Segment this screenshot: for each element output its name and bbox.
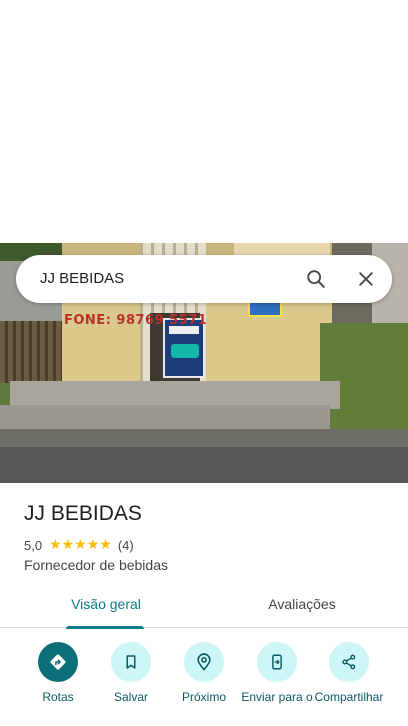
nearby-icon bbox=[184, 642, 224, 682]
bookmark-icon bbox=[111, 642, 151, 682]
save-button[interactable]: Salvar bbox=[91, 640, 171, 704]
tab-reviews-label: Avaliações bbox=[268, 596, 336, 612]
directions-button[interactable]: Rotas bbox=[18, 640, 98, 704]
share-label: Compartilhar bbox=[314, 690, 384, 704]
directions-label: Rotas bbox=[42, 690, 74, 704]
photo-road bbox=[0, 447, 408, 483]
directions-icon bbox=[38, 642, 78, 682]
rating-value: 5,0 bbox=[24, 537, 43, 553]
photo-phone-text: FONE: 98769 5571 bbox=[64, 313, 208, 328]
share-icon bbox=[329, 642, 369, 682]
review-count: (4) bbox=[117, 537, 134, 553]
photo-upper-sign bbox=[234, 243, 330, 255]
place-title: JJ BEBIDAS bbox=[24, 502, 142, 525]
star-rating-icon: ★★★★★ bbox=[49, 537, 112, 553]
search-bar[interactable]: JJ BEBIDAS bbox=[16, 255, 392, 303]
photo-small-sign bbox=[248, 301, 282, 317]
nearby-label: Próximo bbox=[181, 690, 226, 704]
poster-graphic bbox=[171, 344, 199, 358]
tab-selected-indicator bbox=[66, 626, 144, 629]
send-to-phone-button[interactable]: Enviar para o bbox=[237, 640, 317, 704]
place-category[interactable]: Fornecedor de bebidas bbox=[24, 556, 168, 574]
tab-overview[interactable]: Visão geral bbox=[38, 588, 174, 629]
map-area[interactable] bbox=[0, 0, 408, 243]
rating-row[interactable]: 5,0 ★★★★★ (4) bbox=[24, 536, 134, 554]
tab-reviews[interactable]: Avaliações bbox=[234, 588, 370, 628]
photo-fence bbox=[0, 321, 66, 385]
search-icon[interactable] bbox=[302, 265, 330, 293]
send-to-phone-icon bbox=[257, 642, 297, 682]
close-icon[interactable] bbox=[352, 265, 380, 293]
search-query[interactable]: JJ BEBIDAS bbox=[40, 270, 124, 288]
share-button[interactable]: Compartilhar bbox=[309, 640, 389, 704]
photo-curb bbox=[0, 429, 408, 449]
save-label: Salvar bbox=[113, 690, 148, 704]
send-to-phone-label: Enviar para o bbox=[241, 690, 313, 704]
nearby-button[interactable]: Próximo bbox=[164, 640, 244, 704]
tab-overview-label: Visão geral bbox=[71, 596, 141, 612]
action-buttons: Rotas Salvar Próximo Enviar para o Compa… bbox=[0, 640, 408, 726]
tab-bar: Visão geral Avaliações bbox=[0, 588, 408, 629]
